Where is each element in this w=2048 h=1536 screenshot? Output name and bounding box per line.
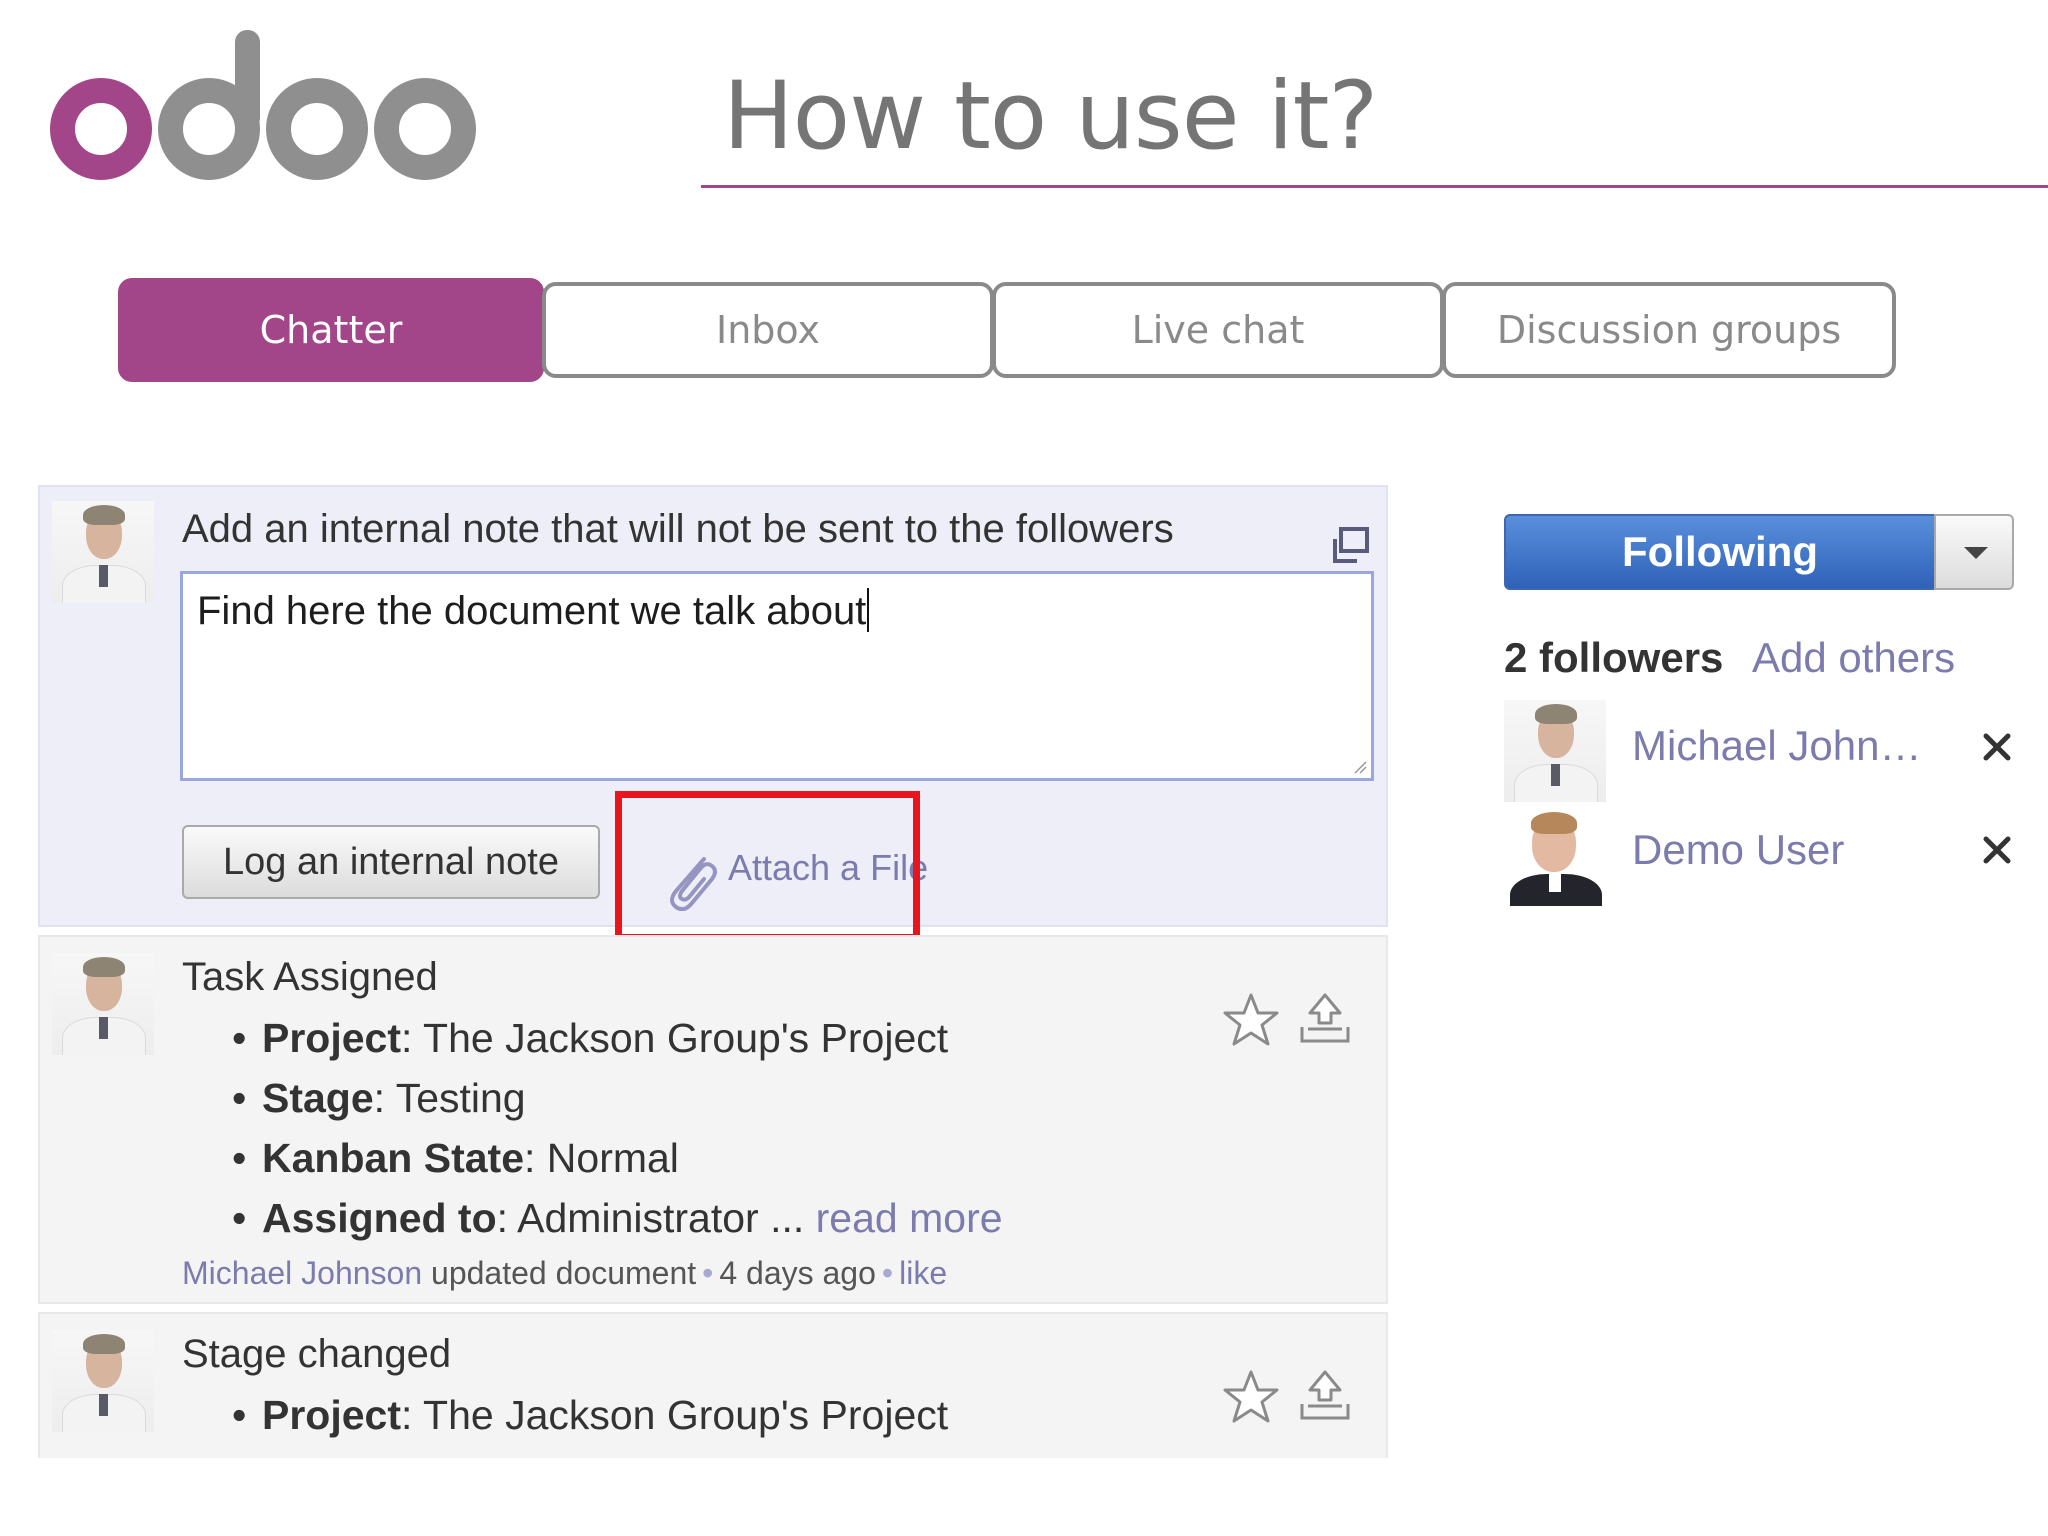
message-stage-changed: Stage changed Project: The Jackson Group… xyxy=(38,1312,1388,1458)
tab-live-chat[interactable]: Live chat xyxy=(992,282,1444,378)
list-item: Kanban State: Normal xyxy=(232,1135,1003,1195)
field-key: Project xyxy=(262,1392,401,1438)
logo-letter-o-brand xyxy=(50,78,152,180)
meta-separator: • xyxy=(881,1255,894,1291)
text-caret xyxy=(867,588,870,632)
message-title: Stage changed xyxy=(182,1332,452,1376)
avatar xyxy=(1504,804,1606,906)
avatar-hair xyxy=(83,1334,125,1354)
list-item: Assigned to: Administrator ... read more xyxy=(232,1195,1003,1255)
expand-window-icon[interactable] xyxy=(1330,525,1372,567)
logo-letter-o xyxy=(374,78,476,180)
star-icon[interactable] xyxy=(1222,991,1280,1049)
log-internal-note-button[interactable]: Log an internal note xyxy=(182,825,600,899)
avatar xyxy=(52,501,154,603)
attach-file-label: Attach a File xyxy=(728,847,929,888)
odoo-logo xyxy=(50,30,476,180)
field-value: : Testing xyxy=(373,1075,526,1121)
avatar-tie xyxy=(99,565,108,587)
avatar-tie xyxy=(99,1017,108,1039)
avatar-tie xyxy=(99,1394,108,1416)
read-more-link[interactable]: read more xyxy=(816,1195,1003,1241)
caret-down-icon[interactable] xyxy=(1934,514,2014,590)
follower-name[interactable]: Demo User xyxy=(1632,826,1844,874)
list-item: Stage: Testing xyxy=(232,1075,1003,1135)
note-composer: Add an internal note that will not be se… xyxy=(38,485,1388,927)
avatar-hair xyxy=(83,505,125,525)
follower-name[interactable]: Michael John… xyxy=(1632,722,1921,770)
note-text: Find here the document we talk about xyxy=(197,589,867,633)
field-value: : Administrator ... xyxy=(496,1195,805,1241)
list-item: Project: The Jackson Group's Project xyxy=(232,1015,1003,1075)
message-title: Task Assigned xyxy=(182,955,438,999)
avatar xyxy=(1504,700,1606,802)
field-value: : The Jackson Group's Project xyxy=(401,1015,949,1061)
close-icon[interactable] xyxy=(1980,833,2014,867)
logo-letter-o xyxy=(266,78,368,180)
avatar-hair xyxy=(83,957,125,977)
logo-d-stem xyxy=(235,30,260,130)
tab-discussion-groups[interactable]: Discussion groups xyxy=(1442,282,1896,378)
field-value: : The Jackson Group's Project xyxy=(401,1392,949,1438)
list-item: Project: The Jackson Group's Project xyxy=(232,1392,948,1452)
field-value: : Normal xyxy=(524,1135,679,1181)
reply-icon[interactable] xyxy=(1296,989,1354,1047)
odoo-chatter-slide: How to use it? Chatter Inbox Live chat D… xyxy=(0,0,2048,1536)
field-key: Stage xyxy=(262,1075,374,1121)
avatar xyxy=(52,953,154,1055)
message-time: 4 days ago xyxy=(719,1255,876,1291)
note-textarea[interactable]: Find here the document we talk about xyxy=(180,571,1374,781)
avatar-tie xyxy=(1551,764,1560,786)
following-button[interactable]: Following xyxy=(1504,514,1936,590)
title-divider xyxy=(701,185,2048,188)
field-key: Kanban State xyxy=(262,1135,524,1181)
star-icon[interactable] xyxy=(1222,1368,1280,1426)
logo-letter-d xyxy=(158,30,260,180)
message-task-assigned: Task Assigned Project: The Jackson Group… xyxy=(38,935,1388,1304)
tracking-values: Project: The Jackson Group's Project xyxy=(232,1392,948,1452)
tab-inbox[interactable]: Inbox xyxy=(542,282,994,378)
reply-icon[interactable] xyxy=(1296,1366,1354,1424)
field-key: Project xyxy=(262,1015,401,1061)
avatar-hair xyxy=(1531,812,1577,834)
tracking-values: Project: The Jackson Group's Project Sta… xyxy=(232,1015,1003,1255)
close-icon[interactable] xyxy=(1980,730,2014,764)
add-others-link[interactable]: Add others xyxy=(1752,634,1955,682)
page-title: How to use it? xyxy=(723,62,1378,171)
composer-heading: Add an internal note that will not be se… xyxy=(182,507,1174,551)
followers-count: 2 followers xyxy=(1504,634,1724,681)
avatar-hair xyxy=(1535,704,1577,724)
resize-grip-icon[interactable] xyxy=(1353,760,1367,774)
attach-file-link[interactable]: Attach a File xyxy=(628,817,948,917)
meta-separator: • xyxy=(702,1255,714,1291)
message-action: updated document xyxy=(431,1255,697,1291)
paperclip-icon xyxy=(670,857,717,911)
avatar xyxy=(52,1330,154,1432)
author-link[interactable]: Michael Johnson xyxy=(182,1255,422,1291)
avatar-shirt-collar xyxy=(1549,874,1561,892)
field-key: Assigned to xyxy=(262,1195,497,1241)
tab-chatter[interactable]: Chatter xyxy=(118,278,544,382)
like-link[interactable]: like xyxy=(899,1255,947,1291)
message-meta: Michael Johnson updated document • 4 days … xyxy=(182,1255,947,1292)
